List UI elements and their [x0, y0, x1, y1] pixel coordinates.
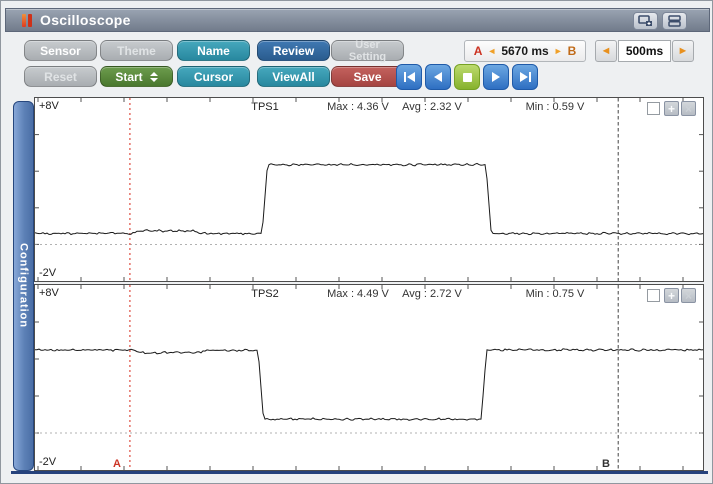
window-controls: [633, 12, 687, 30]
ch2-name: TPS2: [251, 288, 279, 300]
step-back-button[interactable]: [425, 64, 451, 90]
channel-2-panel: +8V TPS2 Max : 4.49 V Avg : 2.72 V Min :…: [34, 284, 704, 471]
ch1-name: TPS1: [251, 101, 279, 113]
cursor-button[interactable]: Cursor: [177, 66, 250, 87]
ch1-close-button[interactable]: ×: [681, 101, 696, 116]
stop-button[interactable]: [454, 64, 480, 90]
ab-time-value: 5670 ms: [501, 44, 549, 58]
timebase-decrease-button[interactable]: ◄: [595, 40, 617, 62]
ch1-zoom-in-button[interactable]: +: [664, 101, 679, 116]
save-button[interactable]: Save: [331, 66, 404, 87]
timebase-value-field[interactable]: 500ms: [618, 40, 671, 62]
cursor-a-label: A: [113, 458, 121, 470]
stop-square-icon: [462, 72, 472, 82]
left-arrow-icon: ◄: [487, 46, 497, 56]
channel-1-panel: +8V TPS1 Max : 4.36 V Avg : 2.32 V Min :…: [34, 97, 704, 282]
ch2-top-scale-label: +8V: [39, 287, 59, 299]
triangle-left-icon: [434, 72, 442, 82]
ch1-top-scale-label: +8V: [39, 100, 59, 112]
reset-button[interactable]: Reset: [24, 66, 97, 87]
sensor-button[interactable]: Sensor: [24, 40, 97, 61]
name-button[interactable]: Name: [177, 40, 250, 61]
ch2-avg-stat: Avg : 2.72 V: [402, 288, 462, 300]
bar-icon: [403, 72, 406, 82]
triangle-left-icon: [406, 72, 415, 82]
app-icon: [22, 13, 26, 27]
bar-icon: [528, 72, 531, 82]
ch2-bottom-scale-label: -2V: [39, 456, 57, 468]
ch2-select-checkbox[interactable]: [647, 289, 660, 302]
start-stepper-icon: [149, 71, 158, 82]
channel-2-plot-area[interactable]: [35, 285, 703, 470]
timebase-increase-button[interactable]: ►: [672, 40, 694, 62]
triangle-right-icon: [492, 72, 500, 82]
titlebar: Oscilloscope: [5, 8, 710, 32]
ch2-close-button[interactable]: ×: [681, 288, 696, 303]
triangle-right-icon: [519, 72, 528, 82]
user-setting-button[interactable]: User Setting: [331, 39, 404, 63]
oscilloscope-window: Oscilloscope Sensor Theme Name Review Us…: [0, 0, 713, 484]
configuration-tab-label: Configuration: [17, 243, 30, 329]
start-button[interactable]: Start: [100, 66, 173, 87]
tile-windows-icon[interactable]: [662, 12, 687, 30]
cursor-a-tag: A: [473, 44, 483, 58]
ch1-avg-stat: Avg : 2.32 V: [402, 101, 462, 113]
new-window-icon[interactable]: [633, 12, 658, 30]
configuration-tab[interactable]: Configuration: [13, 101, 34, 471]
ch1-min-stat: Min : 0.59 V: [525, 101, 585, 113]
cursor-b-label: B: [602, 458, 610, 470]
skip-to-end-button[interactable]: [512, 64, 538, 90]
right-arrow-icon: ►: [553, 46, 563, 56]
viewall-button[interactable]: ViewAll: [257, 66, 330, 87]
window-title: Oscilloscope: [40, 12, 131, 28]
ch2-min-stat: Min : 0.75 V: [525, 288, 585, 300]
theme-button[interactable]: Theme: [100, 40, 173, 61]
ab-time-readout: A ◄ 5670 ms ► B: [464, 40, 586, 62]
play-button[interactable]: [483, 64, 509, 90]
skip-to-start-button[interactable]: [396, 64, 422, 90]
start-button-label: Start: [115, 69, 143, 84]
ch1-bottom-scale-label: -2V: [39, 267, 57, 279]
ch1-select-checkbox[interactable]: [647, 102, 660, 115]
ch2-zoom-in-button[interactable]: +: [664, 288, 679, 303]
cursor-b-tag: B: [567, 44, 577, 58]
channel-1-plot-area[interactable]: [35, 98, 703, 281]
review-button[interactable]: Review: [257, 40, 330, 61]
plot-bottom-edge: [11, 471, 708, 474]
